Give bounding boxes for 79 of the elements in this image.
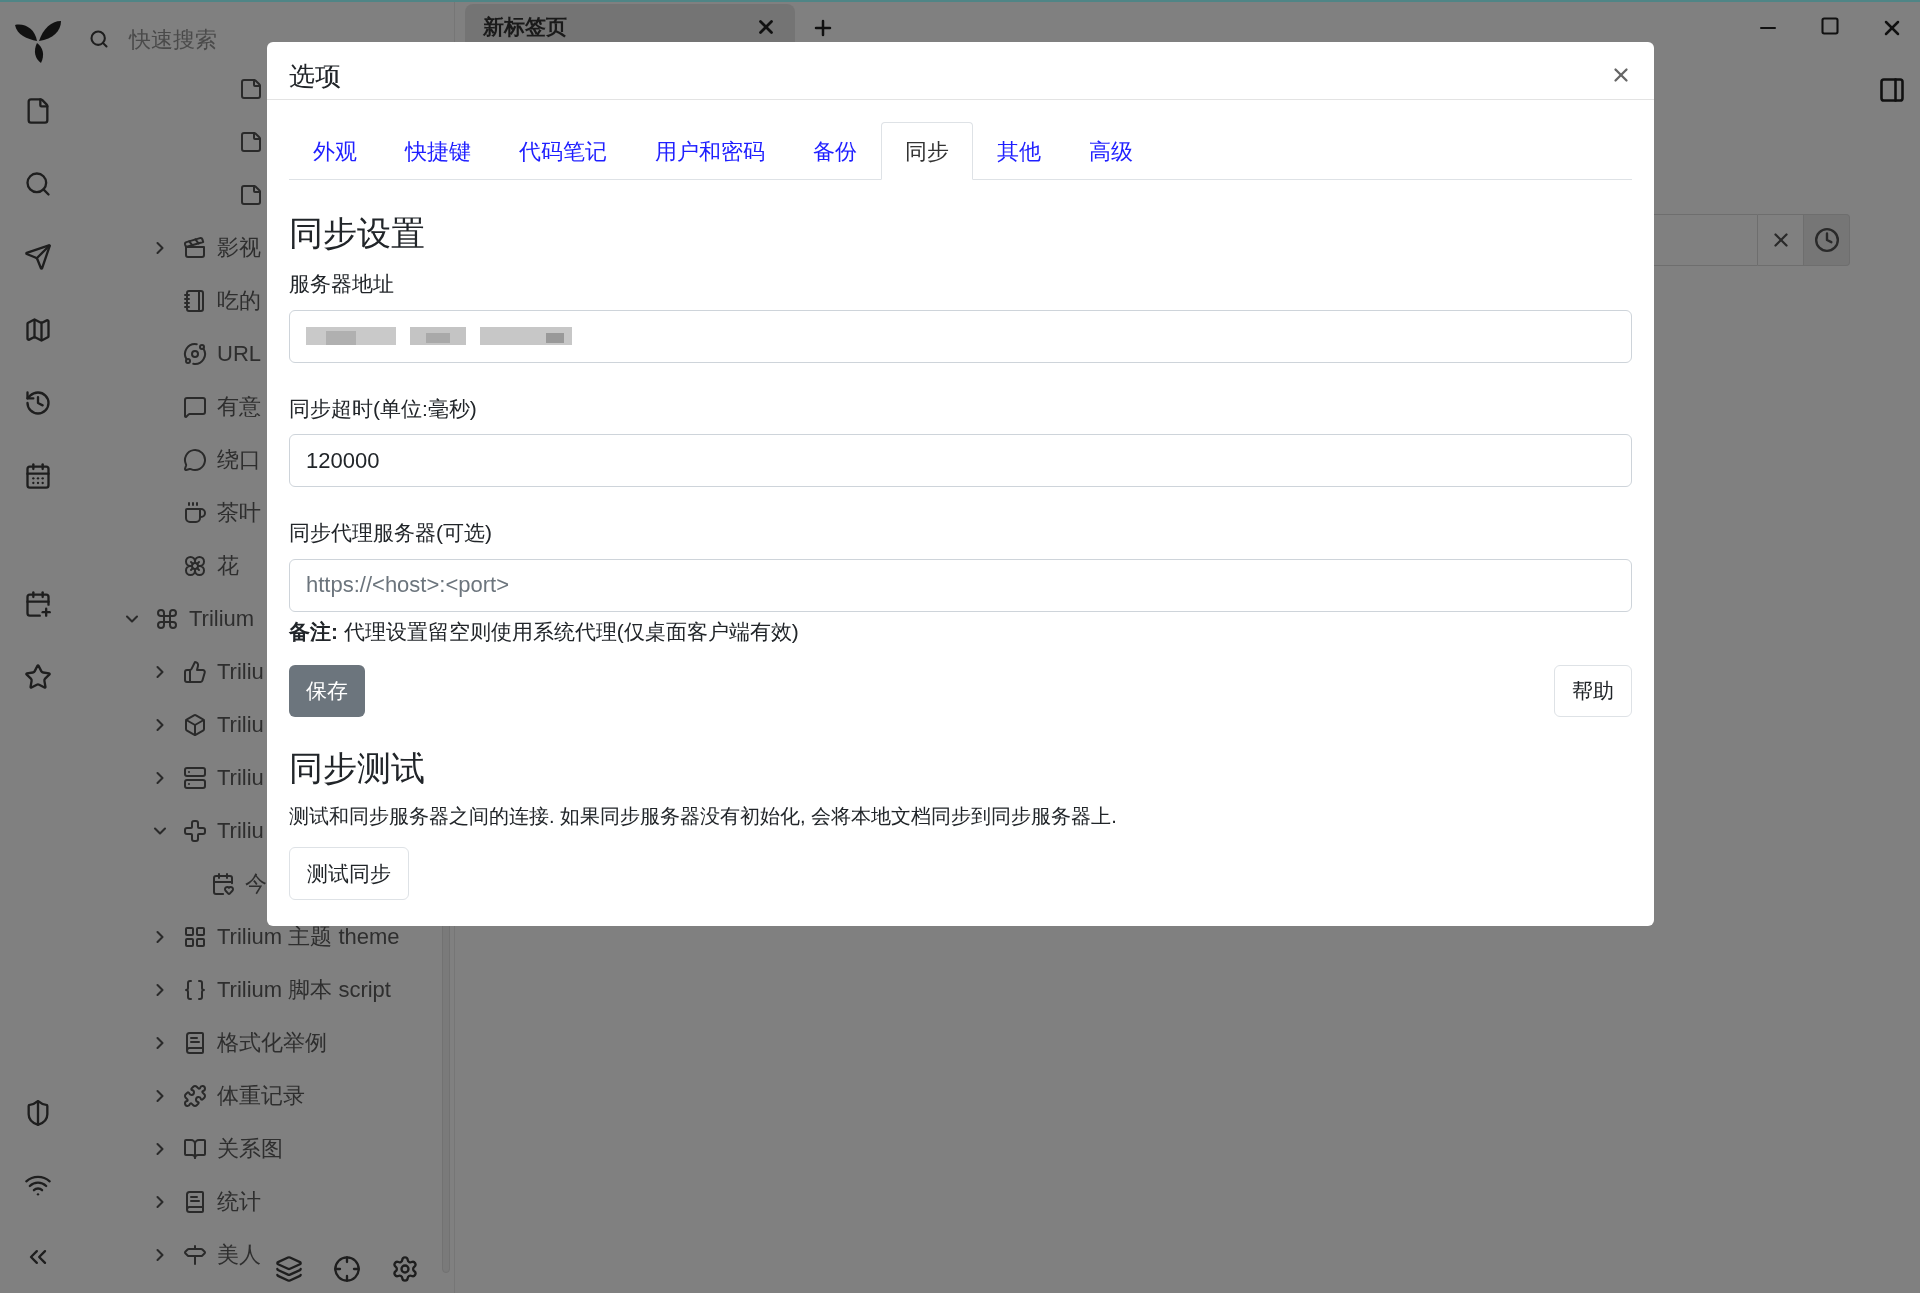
maximize-icon[interactable] [1820, 16, 1840, 36]
tree-item[interactable]: URL [217, 337, 261, 370]
grid-icon [183, 924, 207, 949]
note-icon [239, 76, 263, 101]
description-text: 测试和同步服务器之间的连接. 如果同步服务器没有初始化, 会将本地文档同步到同步服务器上. [289, 804, 1118, 829]
note-icon [239, 182, 263, 207]
star-icon[interactable] [23, 663, 52, 691]
cup-icon [183, 500, 207, 525]
tree-item[interactable]: Trilium 脚本 script [217, 973, 391, 1006]
field-label: 同步代理服务器(可选) [289, 520, 493, 546]
history-button[interactable] [1804, 214, 1850, 266]
panel-toggle-icon[interactable] [1878, 76, 1906, 104]
note-icon [239, 129, 263, 154]
history-icon[interactable] [23, 389, 52, 417]
chat-icon [183, 447, 207, 472]
cube-icon [183, 712, 207, 737]
tree-item[interactable]: Triliu [217, 761, 264, 794]
planet-icon [183, 341, 207, 366]
calendar-icon[interactable] [23, 590, 52, 618]
map-icon[interactable] [23, 316, 52, 344]
field-label: 同步超时(单位:毫秒) [289, 395, 478, 422]
note-text: 备注: 代理设置留空则使用系统代理(仅桌面客户端有效) [289, 618, 800, 645]
tree-item[interactable]: 体重记录 [217, 1079, 305, 1112]
calendar-icon [211, 871, 235, 896]
puzzle-icon [183, 1083, 207, 1108]
comment-icon [183, 394, 207, 419]
tree-item[interactable]: 今 [245, 867, 267, 900]
tab[interactable]: 代码笔记 [495, 122, 631, 180]
tree-item[interactable]: 格式化举例 [217, 1026, 327, 1059]
section-heading: 同步设置 [289, 216, 426, 250]
tree-item[interactable]: 美人 [217, 1238, 261, 1271]
book-icon [183, 1030, 207, 1055]
tree-item[interactable]: Trilium [189, 602, 255, 635]
tab[interactable]: 外观 [289, 122, 381, 180]
settings-icon[interactable] [391, 1255, 419, 1283]
command-icon [155, 606, 179, 631]
tab[interactable]: 快捷键 [381, 122, 495, 180]
server-icon [183, 765, 207, 790]
search-icon[interactable] [89, 29, 109, 49]
section-heading: 同步测试 [289, 751, 426, 785]
tree-item[interactable]: Triliu [217, 655, 264, 688]
timeout-field[interactable]: 120000 [289, 434, 1632, 487]
tree-item[interactable]: 茶叶 [217, 496, 261, 529]
map-icon [183, 1136, 207, 1161]
calendar-icon[interactable] [23, 462, 52, 490]
tab[interactable]: 备份 [789, 122, 881, 180]
tab[interactable]: 其他 [973, 122, 1065, 180]
tree-item[interactable]: 花 [217, 549, 239, 582]
tab[interactable]: 用户和密码 [631, 122, 789, 180]
field-label: 服务器地址 [289, 271, 395, 297]
layers-icon[interactable] [275, 1255, 303, 1283]
tree-item[interactable]: Triliu [217, 814, 264, 847]
send-icon[interactable] [23, 243, 52, 271]
notebook-icon [183, 288, 207, 313]
cross-icon [183, 818, 207, 843]
flower-icon [183, 553, 207, 578]
save-button[interactable]: 保存 [289, 665, 365, 717]
help-button[interactable]: 帮助 [1554, 665, 1632, 717]
search-icon[interactable] [23, 170, 52, 198]
dialog-title: 选项 [289, 60, 341, 93]
tree-item[interactable]: 统计 [217, 1185, 261, 1218]
clapperboard-icon [183, 235, 207, 260]
tree-item[interactable]: 吃的 [217, 284, 261, 317]
server-address-field[interactable] [289, 309, 1632, 363]
book-icon [183, 1189, 207, 1214]
tree-item[interactable]: 影视 [217, 231, 261, 264]
tree-item[interactable]: 绕口 [217, 443, 261, 476]
tree-item[interactable]: 关系图 [217, 1132, 283, 1165]
tab[interactable]: 高级 [1065, 122, 1157, 180]
tree-item[interactable]: Triliu [217, 708, 264, 741]
tab[interactable]: 同步 [881, 122, 973, 180]
thumbs-up-icon [183, 659, 207, 684]
clock-icon [1813, 227, 1840, 253]
test-sync-button[interactable]: 测试同步 [289, 847, 409, 900]
proxy-field[interactable]: https://<host>:<port> [289, 558, 1632, 612]
crosshair-icon[interactable] [333, 1255, 361, 1283]
braces-icon [183, 977, 207, 1002]
signpost-icon [183, 1242, 207, 1267]
tree-item[interactable]: 有意 [217, 390, 261, 423]
